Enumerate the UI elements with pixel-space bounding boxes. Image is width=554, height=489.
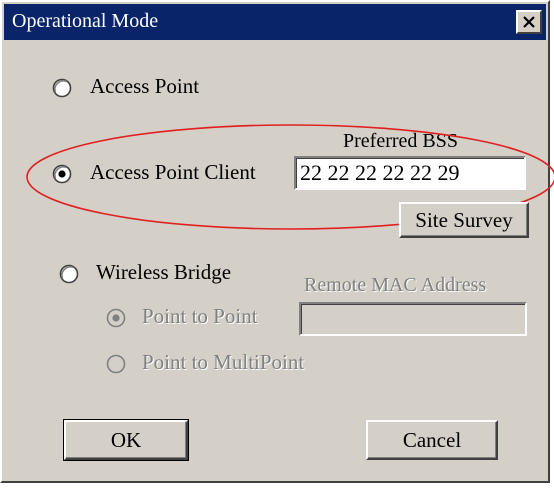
radio-access-point-client[interactable] bbox=[52, 164, 72, 184]
cancel-button[interactable]: Cancel bbox=[366, 420, 498, 460]
ok-button[interactable]: OK bbox=[63, 419, 189, 461]
highlight-ellipse bbox=[26, 124, 554, 230]
radio-label-point-to-multipoint[interactable]: Point to MultiPoint bbox=[142, 350, 304, 375]
radio-label-access-point[interactable]: Access Point bbox=[90, 74, 199, 99]
radio-label-point-to-point[interactable]: Point to Point bbox=[142, 304, 258, 329]
preferred-bss-input[interactable]: 22 22 22 22 22 29 bbox=[294, 156, 526, 190]
radio-label-access-point-client[interactable]: Access Point Client bbox=[90, 160, 256, 185]
window-title: Operational Mode bbox=[12, 10, 159, 32]
radio-dot bbox=[58, 170, 66, 178]
radio-label-wireless-bridge[interactable]: Wireless Bridge bbox=[96, 260, 231, 285]
radio-dot bbox=[112, 314, 120, 322]
radio-wireless-bridge[interactable] bbox=[59, 264, 79, 284]
close-button[interactable] bbox=[516, 10, 542, 34]
remote-mac-input[interactable] bbox=[299, 302, 527, 336]
radio-point-to-point[interactable] bbox=[106, 308, 126, 328]
site-survey-button[interactable]: Site Survey bbox=[399, 202, 529, 238]
radio-point-to-multipoint[interactable] bbox=[106, 354, 126, 374]
radio-access-point[interactable] bbox=[52, 78, 72, 98]
close-icon bbox=[523, 16, 535, 28]
title-bar: Operational Mode bbox=[4, 4, 546, 40]
remote-mac-label: Remote MAC Address bbox=[304, 274, 487, 296]
operational-mode-dialog: Operational Mode Access Point Preferred … bbox=[0, 0, 554, 483]
preferred-bss-label: Preferred BSS bbox=[343, 130, 458, 152]
